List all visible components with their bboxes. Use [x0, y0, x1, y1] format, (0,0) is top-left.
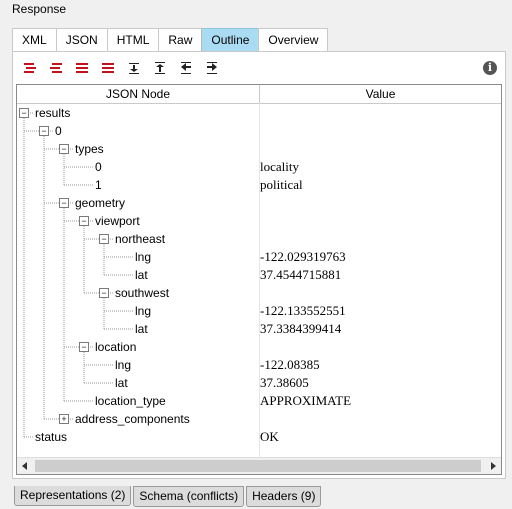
- tab-schema[interactable]: Schema (conflicts): [133, 486, 245, 507]
- move-up-icon[interactable]: [149, 60, 175, 78]
- tree-row[interactable]: lng -122.133552551: [17, 302, 501, 320]
- node-label: location_type: [95, 394, 166, 408]
- node-label: southwest: [115, 286, 170, 300]
- scroll-right-icon[interactable]: [485, 458, 501, 474]
- tree-row[interactable]: lat 37.4544715881: [17, 266, 501, 284]
- node-label: status: [35, 430, 68, 444]
- node-value: 37.4544715881: [260, 267, 342, 282]
- node-label: lat: [135, 268, 148, 282]
- node-value: APPROXIMATE: [260, 393, 352, 408]
- node-label: 1: [95, 178, 102, 192]
- tree-row[interactable]: − geometry: [17, 194, 501, 212]
- tree-row[interactable]: + address_components: [17, 410, 501, 428]
- tree-row[interactable]: −0: [17, 122, 501, 140]
- column-header-value[interactable]: Value: [260, 85, 501, 103]
- move-to-top-icon[interactable]: [175, 60, 201, 78]
- node-value: 37.38605: [260, 375, 309, 390]
- bottom-tabs: Representations (2) Schema (conflicts) H…: [14, 486, 323, 507]
- expand-all-icon[interactable]: [19, 60, 45, 78]
- node-value: -122.029319763: [260, 249, 346, 264]
- node-value: locality: [260, 159, 299, 174]
- node-label: lng: [135, 250, 152, 264]
- tab-raw[interactable]: Raw: [158, 28, 203, 51]
- tab-html[interactable]: HTML: [106, 28, 160, 51]
- tab-outline[interactable]: Outline: [201, 28, 260, 52]
- node-label: lng: [115, 358, 132, 372]
- node-value: 37.3384399414: [260, 321, 342, 336]
- outline-panel: i JSON Node Value − results −0− types 0 local…: [12, 51, 506, 479]
- move-down-icon[interactable]: [123, 60, 149, 78]
- tree-row[interactable]: − viewport: [17, 212, 501, 230]
- node-value: -122.08385: [260, 357, 320, 372]
- tree-row[interactable]: lat 37.3384399414: [17, 320, 501, 338]
- node-label: address_components: [75, 412, 190, 426]
- collapse-icon[interactable]: −: [59, 144, 69, 154]
- node-label: viewport: [95, 214, 140, 228]
- json-tree-table: JSON Node Value − results −0− types 0 localit…: [16, 84, 502, 475]
- node-label: geometry: [75, 196, 126, 210]
- node-label: lng: [135, 304, 152, 318]
- tree-row[interactable]: lng -122.08385: [17, 356, 501, 374]
- tree-row[interactable]: 1 political: [17, 176, 501, 194]
- collapse-icon[interactable]: −: [99, 288, 109, 298]
- horizontal-scrollbar[interactable]: [17, 457, 501, 474]
- view-tabs: XML JSON HTML Raw Outline Overview: [12, 28, 329, 52]
- tab-headers[interactable]: Headers (9): [246, 486, 322, 507]
- collapse-icon[interactable]: −: [79, 216, 89, 226]
- collapse-icon[interactable]: −: [99, 234, 109, 244]
- node-label: results: [35, 106, 71, 120]
- tree-row[interactable]: − southwest: [17, 284, 501, 302]
- tree-row[interactable]: − types: [17, 140, 501, 158]
- tab-representations[interactable]: Representations (2): [14, 486, 132, 506]
- node-value: political: [260, 177, 303, 192]
- panel-title: Response: [12, 2, 67, 16]
- node-label: types: [75, 142, 104, 156]
- info-icon[interactable]: i: [483, 61, 497, 75]
- collapse-icon[interactable]: −: [59, 198, 69, 208]
- tree-row[interactable]: 0 locality: [17, 158, 501, 176]
- tree-row[interactable]: lng -122.029319763: [17, 248, 501, 266]
- tree-row[interactable]: − location: [17, 338, 501, 356]
- tab-json[interactable]: JSON: [55, 28, 108, 51]
- expand-icon[interactable]: +: [59, 414, 69, 424]
- tab-xml[interactable]: XML: [12, 28, 57, 51]
- collapse-icon[interactable]: −: [39, 126, 49, 136]
- outline-toolbar: [19, 60, 227, 78]
- node-label: 0: [55, 124, 62, 138]
- scroll-left-icon[interactable]: [17, 458, 33, 474]
- node-value: OK: [260, 429, 279, 444]
- tree-row[interactable]: status OK: [17, 428, 501, 446]
- node-label: 0: [95, 160, 102, 174]
- collapse-icon[interactable]: −: [19, 108, 29, 118]
- tree-row[interactable]: − northeast: [17, 230, 501, 248]
- node-label: lat: [115, 376, 128, 390]
- node-label: lat: [135, 322, 148, 336]
- node-value: -122.133552551: [260, 303, 346, 318]
- collapse-icon[interactable]: −: [79, 342, 89, 352]
- node-label: location: [95, 340, 137, 354]
- scrollbar-thumb[interactable]: [35, 460, 481, 472]
- tree-row[interactable]: location_type APPROXIMATE: [17, 392, 501, 410]
- tree-row[interactable]: − results: [17, 104, 501, 122]
- tree-row[interactable]: lat 37.38605: [17, 374, 501, 392]
- expand-children-icon[interactable]: [71, 60, 97, 78]
- move-to-bottom-icon[interactable]: [201, 60, 227, 78]
- collapse-children-icon[interactable]: [97, 60, 123, 78]
- node-label: northeast: [115, 232, 166, 246]
- collapse-all-icon[interactable]: [45, 60, 71, 78]
- tab-overview[interactable]: Overview: [258, 28, 329, 51]
